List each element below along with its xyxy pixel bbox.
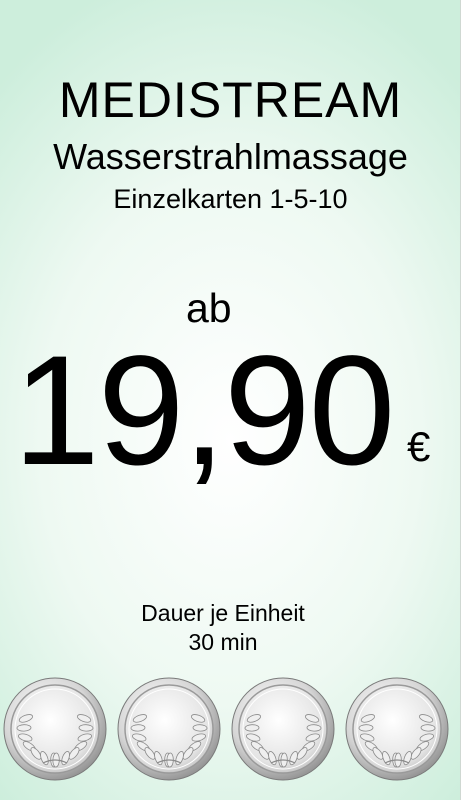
duration-label: Dauer je Einheit — [141, 600, 305, 626]
price-card: MEDISTREAM Wasserstrahlmassage Einzelkar… — [0, 0, 461, 800]
ticket-options: Einzelkarten 1-5-10 — [113, 184, 348, 214]
service-name: Wasserstrahlmassage — [53, 136, 408, 177]
brand-title: MEDISTREAM — [58, 72, 403, 128]
laurel-medal-icon — [3, 677, 107, 781]
price-amount: 19,90 — [13, 324, 395, 498]
duration-value: 30 min — [188, 629, 258, 655]
laurel-medal-icon — [117, 677, 221, 781]
medal-row — [0, 677, 461, 800]
currency-symbol: € — [407, 423, 431, 470]
laurel-medal-icon — [231, 677, 335, 781]
laurel-medal-icon — [345, 677, 449, 781]
